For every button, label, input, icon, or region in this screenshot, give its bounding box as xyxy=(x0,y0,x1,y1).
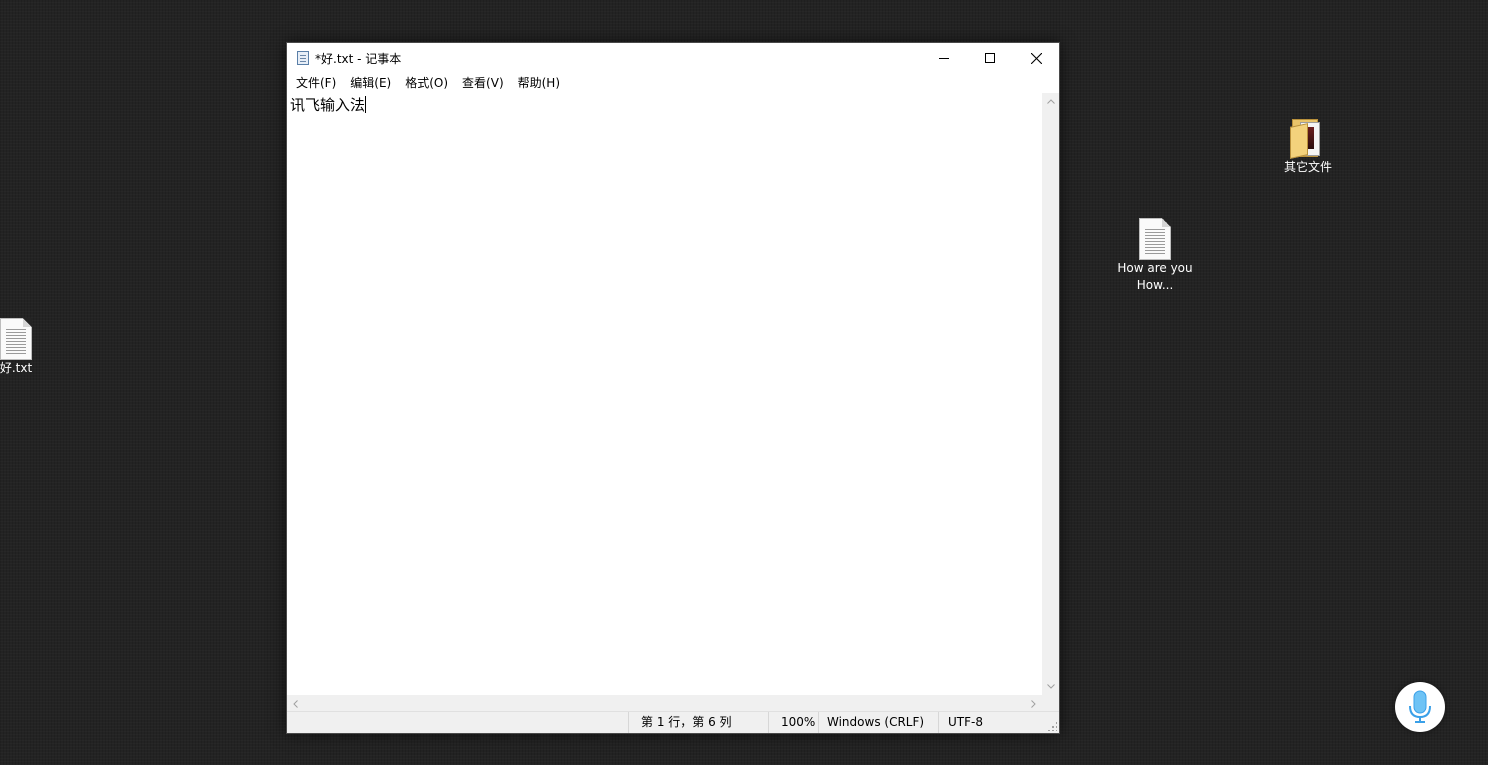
editor-text: 讯飞输入法 xyxy=(290,96,366,114)
desktop-icon-label: 好.txt xyxy=(0,361,33,375)
microphone-icon xyxy=(1409,690,1431,723)
menu-format[interactable]: 格式(O) xyxy=(398,73,455,93)
scroll-left-icon[interactable] xyxy=(287,695,304,712)
menu-bar: 文件(F) 编辑(E) 格式(O) 查看(V) 帮助(H) xyxy=(287,73,1059,94)
text-file-icon xyxy=(0,318,32,360)
folder-icon xyxy=(1288,117,1328,159)
menu-view[interactable]: 查看(V) xyxy=(455,73,511,93)
menu-edit[interactable]: 编辑(E) xyxy=(343,73,398,93)
title-bar[interactable]: *好.txt - 记事本 xyxy=(287,43,1059,73)
desktop-icon-how-are-you[interactable]: How are you How... xyxy=(1117,218,1193,294)
scroll-right-icon[interactable] xyxy=(1025,695,1042,712)
scroll-down-icon[interactable] xyxy=(1042,678,1059,695)
close-button[interactable] xyxy=(1013,43,1059,73)
status-cursor-position: 第 1 行，第 6 列 xyxy=(628,712,768,733)
scroll-up-icon[interactable] xyxy=(1042,93,1059,110)
notepad-icon xyxy=(297,51,309,65)
text-caret xyxy=(365,96,367,113)
minimize-button[interactable] xyxy=(921,43,967,73)
desktop-icon-other-files[interactable]: 其它文件 xyxy=(1270,117,1346,176)
close-icon xyxy=(1030,52,1042,64)
voice-input-button[interactable] xyxy=(1395,682,1445,732)
editor-area: 讯飞输入法 xyxy=(287,93,1059,712)
maximize-button[interactable] xyxy=(967,43,1013,73)
menu-file[interactable]: 文件(F) xyxy=(289,73,343,93)
vertical-scrollbar[interactable] xyxy=(1042,93,1059,695)
desktop-icon-label: How are you How... xyxy=(1117,261,1193,292)
text-editor[interactable]: 讯飞输入法 xyxy=(287,93,1042,695)
status-encoding: UTF-8 xyxy=(938,712,1048,733)
status-zoom: 100% xyxy=(768,712,818,733)
horizontal-scrollbar[interactable] xyxy=(287,695,1042,712)
notepad-window: *好.txt - 记事本 文件(F) 编辑(E) 格式(O) 查看(V) 帮助(… xyxy=(286,42,1060,734)
status-line-ending: Windows (CRLF) xyxy=(818,712,938,733)
window-title: *好.txt - 记事本 xyxy=(315,51,402,66)
minimize-icon xyxy=(939,58,949,59)
status-bar: 第 1 行，第 6 列 100% Windows (CRLF) UTF-8 xyxy=(287,711,1059,733)
resize-grip[interactable] xyxy=(1047,721,1057,731)
maximize-icon xyxy=(985,53,995,63)
desktop-icon-label: 其它文件 xyxy=(1283,160,1332,174)
text-file-icon xyxy=(1139,218,1171,260)
window-controls xyxy=(921,43,1059,73)
scrollbar-corner xyxy=(1042,695,1059,712)
desktop-icon-hao-txt[interactable]: 好.txt xyxy=(0,318,54,377)
menu-help[interactable]: 帮助(H) xyxy=(511,73,567,93)
